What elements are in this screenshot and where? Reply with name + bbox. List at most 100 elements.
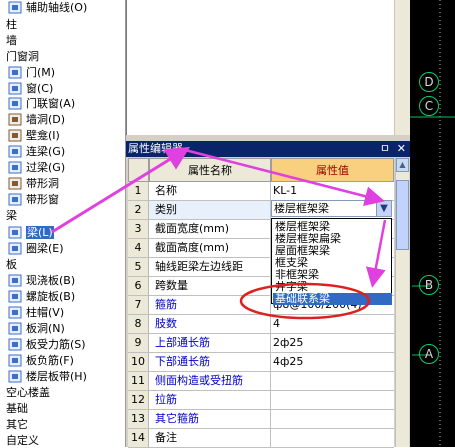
cad-drawing-area[interactable]: D C B A (410, 0, 455, 447)
column-header-value: 属性值 (271, 158, 394, 182)
tree-item-label: 过梁(G) (26, 161, 66, 174)
property-row[interactable]: 14 备注 (128, 429, 394, 448)
tree-item-label: 连梁(G) (26, 145, 66, 158)
tree-item[interactable]: 螺旋板(B) (0, 289, 75, 305)
lintel-icon (8, 161, 22, 174)
row-number: 10 (128, 353, 149, 372)
property-value[interactable] (271, 372, 394, 391)
property-name: 截面宽度(mm) (149, 220, 271, 239)
tree-item-label: 梁 (6, 209, 17, 222)
axis-label-d: D (419, 72, 439, 92)
link-beam-icon (8, 145, 22, 158)
tree-item[interactable]: 梁(L) (0, 225, 54, 241)
property-editor-titlebar[interactable]: 属性编辑器 ㅁ ✕ (126, 141, 410, 157)
tree-item[interactable]: 板受力筋(S) (0, 337, 86, 353)
tree-item-label: 带形洞 (26, 177, 59, 190)
tree-item[interactable]: 柱帽(V) (0, 305, 64, 321)
scroll-up-button[interactable]: ▲ (396, 158, 409, 172)
property-row[interactable]: 11 侧面构造或受扭筋 (128, 372, 394, 391)
property-scrollbar[interactable]: ▲ (395, 158, 409, 447)
tree-item[interactable]: 楼层板带(H) (0, 369, 87, 385)
property-value[interactable] (271, 391, 394, 410)
tree-item-label: 门(M) (26, 66, 56, 79)
chevron-down-icon[interactable]: ▼ (376, 201, 391, 216)
row-number: 8 (128, 315, 149, 334)
tree-category[interactable]: 门窗洞 (0, 49, 39, 65)
tree-category[interactable]: 基础 (0, 401, 28, 417)
column-cap-icon (8, 306, 22, 319)
tree-item-label: 板 (6, 258, 17, 271)
property-name: 名称 (149, 182, 271, 201)
property-row[interactable]: 12 拉筋 (128, 391, 394, 410)
tree-item[interactable]: 门(M) (0, 65, 55, 81)
tree-item[interactable]: 窗(C) (0, 81, 53, 97)
property-row[interactable]: 13 其它箍筋 (128, 410, 394, 429)
tree-item[interactable]: 壁龛(I) (0, 128, 60, 144)
column-header-name: 属性名称 (149, 158, 271, 182)
row-number: 12 (128, 391, 149, 410)
tree-item[interactable]: 带形窗 (0, 192, 59, 208)
tree-item[interactable]: 带形洞 (0, 176, 59, 192)
property-value[interactable]: KL-1 (271, 182, 394, 201)
axis-label-a: A (419, 344, 439, 364)
property-value[interactable]: 4ф25 (271, 353, 394, 372)
property-value[interactable] (271, 429, 394, 448)
row-number: 7 (128, 296, 149, 315)
tree-item-label: 窗(C) (26, 82, 54, 95)
door-icon (8, 66, 22, 79)
dropdown-option[interactable]: 楼层框架梁 (273, 221, 392, 233)
tree-category[interactable]: 板 (0, 257, 17, 273)
category-combobox[interactable]: 楼层框架梁 ▼ (271, 200, 392, 217)
tree-item-label: 墙洞(D) (26, 113, 66, 126)
list-scrollbar[interactable] (394, 0, 411, 141)
dropdown-option[interactable]: 屋面框架梁 (273, 245, 392, 257)
tree-item[interactable]: 现浇板(B) (0, 273, 75, 289)
property-editor-title: 属性编辑器 (128, 142, 183, 155)
property-value[interactable] (271, 410, 394, 429)
tree-item[interactable]: 圈梁(E) (0, 241, 64, 257)
property-value[interactable]: 4 (271, 315, 394, 334)
tree-item[interactable]: 墙洞(D) (0, 112, 65, 128)
property-name: 侧面构造或受扭筋 (149, 372, 271, 391)
ring-beam-icon (8, 242, 22, 255)
category-combobox-value: 楼层框架梁 (274, 202, 329, 215)
dropdown-option[interactable]: 楼层框架扁梁 (273, 233, 392, 245)
category-dropdown-list: 楼层框架梁 楼层框架扁梁 屋面框架梁 框支梁 非框架梁 井字梁 基础联系梁 (271, 218, 392, 305)
tree-item[interactable]: 门联窗(A) (0, 96, 75, 112)
tree-item-label: 现浇板(B) (26, 274, 76, 287)
property-name: 跨数量 (149, 277, 271, 296)
tree-item[interactable]: 过梁(G) (0, 160, 65, 176)
tree-category[interactable]: 柱 (0, 17, 17, 33)
pin-icon[interactable]: ㅁ (380, 141, 390, 157)
door-window-icon (8, 97, 22, 110)
property-name: 箍筋 (149, 296, 271, 315)
tree-item[interactable]: 板洞(N) (0, 321, 65, 337)
tree-item-label: 基础 (6, 402, 28, 415)
dropdown-option[interactable]: 基础联系梁 (273, 293, 392, 305)
tree-category[interactable]: 其它 (0, 417, 28, 433)
tree-item-label: 楼层板带(H) (26, 370, 87, 383)
strip-window-icon (8, 193, 22, 206)
dropdown-option[interactable]: 非框架梁 (273, 269, 392, 281)
close-icon[interactable]: ✕ (397, 141, 406, 157)
dropdown-option[interactable]: 框支梁 (273, 257, 392, 269)
property-value[interactable]: 2ф25 (271, 334, 394, 353)
scroll-thumb[interactable] (396, 180, 409, 250)
tree-item[interactable]: 连梁(G) (0, 144, 65, 160)
tree-item[interactable]: 板负筋(F) (0, 353, 74, 369)
property-name: 类别 (149, 201, 271, 220)
property-row[interactable]: 9 上部通长筋 2ф25 (128, 334, 394, 353)
tree-category[interactable]: 梁 (0, 208, 17, 224)
row-number: 6 (128, 277, 149, 296)
axis-label-c: C (419, 96, 439, 116)
tree-item-label: 带形窗 (26, 193, 59, 206)
dropdown-option[interactable]: 井字梁 (273, 281, 392, 293)
property-row[interactable]: 10 下部通长筋 4ф25 (128, 353, 394, 372)
tree-category[interactable]: 墙 (0, 33, 17, 49)
tree-item[interactable]: 辅助轴线(O) (0, 0, 87, 16)
row-number: 14 (128, 429, 149, 448)
property-row[interactable]: 8 肢数 4 (128, 315, 394, 334)
tree-category[interactable]: 自定义 (0, 433, 39, 447)
tree-category[interactable]: 空心楼盖 (0, 385, 50, 401)
property-row[interactable]: 1 名称 KL-1 (128, 182, 394, 201)
